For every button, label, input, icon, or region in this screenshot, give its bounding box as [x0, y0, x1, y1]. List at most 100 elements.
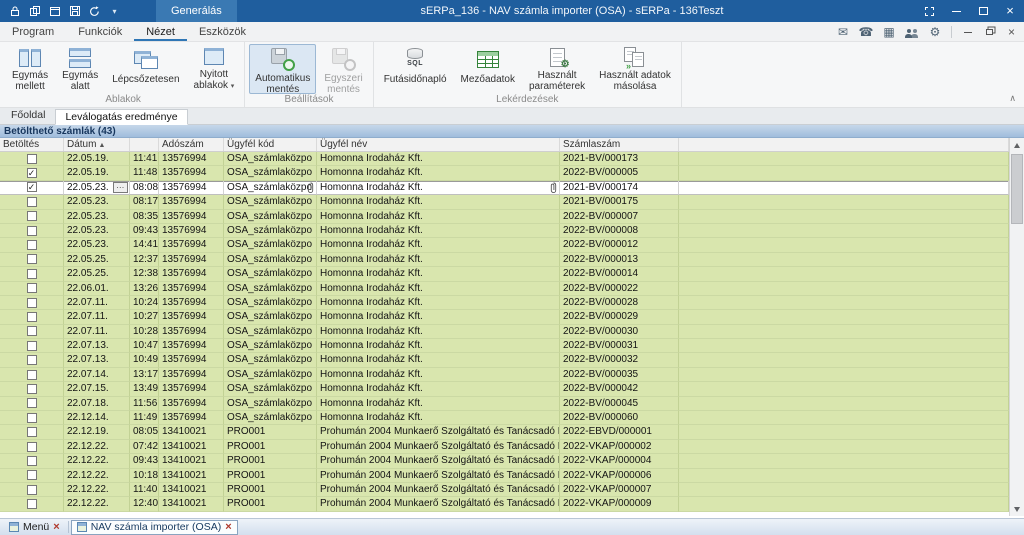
table-row[interactable]: 22.05.23.14:41:2313576994OSA_számlaközpo… — [0, 238, 1009, 252]
nyitott-ablakok-button[interactable]: Nyitott ablakok ▾ — [188, 44, 241, 94]
table-row[interactable]: 22.12.14.11:49:5913576994OSA_számlaközpo… — [0, 411, 1009, 425]
row-checkbox[interactable]: ✓ — [27, 168, 37, 178]
haszn-lt-param-terek-button[interactable]: ⚙Használt paraméterek — [523, 44, 591, 94]
close-tab-icon[interactable]: × — [225, 522, 231, 533]
table-row[interactable]: 22.07.13.10:49:5013576994OSA_számlaközpo… — [0, 353, 1009, 367]
taskbar-tab-nav-sz-mla-importer-osa[interactable]: NAV számla importer (OSA)× — [71, 520, 238, 535]
fut-sid-napl-button[interactable]: SQLFutásidőnapló — [378, 44, 453, 94]
window-icon[interactable] — [48, 5, 61, 18]
minimize-icon[interactable] — [950, 5, 962, 17]
menu-eszk-z-k[interactable]: Eszközök — [187, 22, 258, 41]
row-checkbox[interactable] — [27, 240, 37, 250]
row-checkbox[interactable] — [27, 211, 37, 221]
column-header-empty[interactable] — [679, 138, 1009, 151]
row-checkbox[interactable] — [27, 298, 37, 308]
users-icon[interactable] — [905, 25, 919, 39]
table-row[interactable]: 22.06.01.13:26:1713576994OSA_számlaközpo… — [0, 282, 1009, 296]
row-checkbox[interactable] — [27, 442, 37, 452]
maximize-icon[interactable] — [977, 5, 989, 17]
row-checkbox[interactable] — [27, 197, 37, 207]
scrollbar-thumb[interactable] — [1011, 154, 1023, 224]
mdi-minimize-icon[interactable] — [961, 26, 974, 39]
row-checkbox[interactable] — [27, 470, 37, 480]
collapse-ribbon-icon[interactable]: ∧ — [1009, 93, 1016, 104]
row-checkbox[interactable] — [27, 312, 37, 322]
table-row[interactable]: 22.05.25.12:37:1413576994OSA_számlaközpo… — [0, 253, 1009, 267]
table-row[interactable]: 22.07.11.10:27:1213576994OSA_számlaközpo… — [0, 310, 1009, 324]
column-header-gyf-l-n-v[interactable]: Ügyfél név — [317, 138, 560, 151]
table-row[interactable]: 22.05.19.11:41:0713576994OSA_számlaközpo… — [0, 152, 1009, 166]
fit-window-icon[interactable] — [923, 5, 935, 17]
haszn-lt-adatok-m-sol-sa-button[interactable]: »Használt adatok másolása — [593, 44, 677, 94]
egym-s-alatt-button[interactable]: Egymás alatt — [56, 44, 104, 94]
column-header-sz-mlasz-m[interactable]: Számlaszám — [560, 138, 679, 151]
copy-pages-icon[interactable] — [28, 5, 41, 18]
grid-icon[interactable]: ▦ — [882, 25, 896, 39]
l-pcs-zetesen-button[interactable]: Lépcsőzetesen — [106, 44, 185, 94]
row-checkbox[interactable] — [27, 427, 37, 437]
save-icon[interactable] — [68, 5, 81, 18]
row-checkbox[interactable] — [27, 326, 37, 336]
table-row[interactable]: 22.07.13.10:47:5513576994OSA_számlaközpo… — [0, 339, 1009, 353]
close-tab-icon[interactable]: × — [53, 522, 59, 533]
table-row[interactable]: ✓22.05.19.11:48:5913576994OSA_számlaközp… — [0, 166, 1009, 180]
table-row[interactable]: 22.07.15.13:49:0213576994OSA_számlaközpo… — [0, 382, 1009, 396]
automatikus-ment-s-button[interactable]: Automatikus mentés — [249, 44, 316, 94]
mdi-close-icon[interactable]: × — [1005, 26, 1018, 39]
row-checkbox[interactable] — [27, 413, 37, 423]
mdi-restore-icon[interactable] — [983, 26, 996, 39]
table-row[interactable]: 22.12.22.11:40:2113410021PRO001Prohumán … — [0, 483, 1009, 497]
tab-f-oldal[interactable]: Főoldal — [2, 108, 54, 124]
table-row[interactable]: 22.05.23.08:17:2713576994OSA_számlaközpo… — [0, 195, 1009, 209]
scroll-down-icon[interactable] — [1010, 502, 1024, 516]
menu-program[interactable]: Program — [0, 22, 66, 41]
gear-icon[interactable]: ⚙ — [928, 25, 942, 39]
row-checkbox[interactable] — [27, 226, 37, 236]
close-icon[interactable]: × — [1004, 5, 1016, 17]
row-checkbox[interactable] — [27, 254, 37, 264]
table-row[interactable]: 22.07.14.13:17:4913576994OSA_számlaközpo… — [0, 368, 1009, 382]
table-row[interactable]: 22.12.22.10:18:0913410021PRO001Prohumán … — [0, 469, 1009, 483]
generate-tab[interactable]: Generálás — [156, 0, 237, 22]
row-ellipsis-button[interactable]: ... — [113, 182, 128, 193]
table-row[interactable]: 22.12.22.07:42:4213410021PRO001Prohumán … — [0, 440, 1009, 454]
table-row[interactable]: 22.07.18.11:56:5213576994OSA_számlaközpo… — [0, 397, 1009, 411]
quick-access-dropdown-icon[interactable]: ▾ — [108, 5, 121, 18]
row-checkbox[interactable] — [27, 370, 37, 380]
menu-n-zet[interactable]: Nézet — [134, 22, 187, 41]
refresh-icon[interactable] — [88, 5, 101, 18]
table-row[interactable]: 22.05.25.12:38:4813576994OSA_számlaközpo… — [0, 267, 1009, 281]
egym-s-mellett-button[interactable]: Egymás mellett — [6, 44, 54, 94]
taskbar-tab-men[interactable]: Menü× — [3, 520, 66, 535]
row-checkbox[interactable] — [27, 456, 37, 466]
table-row[interactable]: 22.12.19.08:05:2913410021PRO001Prohumán … — [0, 425, 1009, 439]
row-checkbox[interactable]: ✓ — [27, 182, 37, 192]
table-row[interactable]: 22.05.23.08:35:3413576994OSA_számlaközpo… — [0, 210, 1009, 224]
row-checkbox[interactable] — [27, 355, 37, 365]
menu-funkci-k[interactable]: Funkciók — [66, 22, 134, 41]
row-checkbox[interactable] — [27, 154, 37, 164]
row-checkbox[interactable] — [27, 398, 37, 408]
scroll-up-icon[interactable] — [1010, 138, 1024, 152]
row-checkbox[interactable] — [27, 485, 37, 495]
mez-adatok-button[interactable]: Mezőadatok — [455, 44, 521, 94]
row-checkbox[interactable] — [27, 269, 37, 279]
table-row[interactable]: 22.05.23.09:43:5013576994OSA_számlaközpo… — [0, 224, 1009, 238]
table-row[interactable]: 22.07.11.10:24:3713576994OSA_számlaközpo… — [0, 296, 1009, 310]
vertical-scrollbar[interactable] — [1009, 138, 1024, 516]
row-checkbox[interactable] — [27, 384, 37, 394]
column-header-empty[interactable] — [130, 138, 159, 151]
column-header-d-tum[interactable]: Dátum▲ — [64, 138, 130, 151]
table-row[interactable]: ✓22.05.23....08:08:0713576994OSA_számlak… — [0, 181, 1009, 195]
row-checkbox[interactable] — [27, 283, 37, 293]
column-header-ad-sz-m[interactable]: Adószám — [159, 138, 224, 151]
column-header-bet-lt-s[interactable]: Betöltés — [0, 138, 64, 151]
table-row[interactable]: 22.12.22.12:40:1713410021PRO001Prohumán … — [0, 497, 1009, 511]
tab-lev-logat-s-eredm-nye[interactable]: Leválogatás eredménye — [55, 109, 187, 125]
phone-icon[interactable]: ☎ — [859, 25, 873, 39]
table-row[interactable]: 22.12.22.09:43:5213410021PRO001Prohumán … — [0, 454, 1009, 468]
lock-icon[interactable] — [8, 5, 21, 18]
mail-icon[interactable]: ✉ — [836, 25, 850, 39]
row-checkbox[interactable] — [27, 499, 37, 509]
table-row[interactable]: 22.07.11.10:28:5013576994OSA_számlaközpo… — [0, 325, 1009, 339]
